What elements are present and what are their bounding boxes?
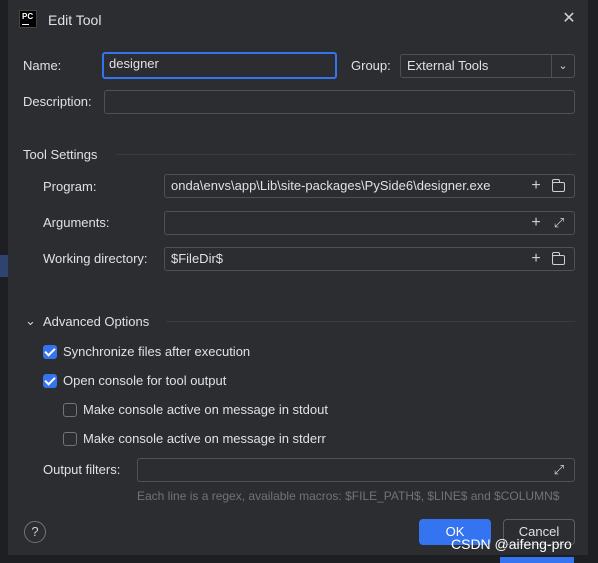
background-window-right xyxy=(588,0,598,563)
program-value: onda\envs\app\Lib\site-packages\PySide6\… xyxy=(171,178,491,193)
output-filters-label: Output filters: xyxy=(43,462,121,477)
advanced-options-title[interactable]: Advanced Options xyxy=(43,314,149,329)
tool-settings-separator xyxy=(116,154,575,155)
name-input[interactable]: designer xyxy=(102,52,337,79)
name-label: Name: xyxy=(23,58,62,73)
program-label: Program: xyxy=(43,179,97,194)
background-selection xyxy=(0,255,8,277)
output-filters-hint: Each line is a regex, available macros: … xyxy=(137,489,560,503)
folder-icon[interactable] xyxy=(551,179,565,192)
expand-icon[interactable]: ⤢ xyxy=(552,463,566,477)
console-stdout-label[interactable]: Make console active on message in stdout xyxy=(83,402,328,417)
collapse-chevron-icon[interactable]: ⌄ xyxy=(25,313,36,329)
plus-icon[interactable]: + xyxy=(528,251,544,267)
sync-files-label[interactable]: Synchronize files after execution xyxy=(63,344,250,359)
working-directory-label: Working directory: xyxy=(43,251,148,266)
arguments-label: Arguments: xyxy=(43,215,110,230)
background-window-left xyxy=(0,0,8,563)
group-label: Group: xyxy=(351,58,391,73)
expand-icon[interactable]: ⤢ xyxy=(552,216,566,230)
pycharm-logo-icon: PC xyxy=(19,10,37,28)
working-directory-input[interactable]: $FileDir$ xyxy=(164,247,575,271)
chevron-down-icon[interactable]: ⌄ xyxy=(551,55,574,77)
sync-files-checkbox[interactable] xyxy=(43,345,57,359)
program-input[interactable]: onda\envs\app\Lib\site-packages\PySide6\… xyxy=(164,174,575,198)
open-console-label[interactable]: Open console for tool output xyxy=(63,373,226,388)
console-stdout-checkbox[interactable] xyxy=(63,403,77,417)
dialog-title: Edit Tool xyxy=(48,12,102,28)
logo-text: PC xyxy=(22,12,34,21)
description-label: Description: xyxy=(23,94,92,109)
open-console-checkbox[interactable] xyxy=(43,374,57,388)
working-directory-value: $FileDir$ xyxy=(171,251,224,266)
plus-icon[interactable]: + xyxy=(528,178,544,194)
output-filters-input[interactable] xyxy=(137,458,575,482)
console-stderr-checkbox[interactable] xyxy=(63,432,77,446)
tool-settings-title: Tool Settings xyxy=(23,147,98,162)
advanced-options-separator xyxy=(166,321,575,322)
folder-icon[interactable] xyxy=(551,252,565,265)
group-select[interactable]: External Tools ⌄ xyxy=(400,54,575,78)
plus-icon[interactable]: + xyxy=(528,215,544,231)
csdn-watermark: CSDN @aifeng-pro xyxy=(451,536,572,552)
arguments-input[interactable] xyxy=(164,211,575,235)
background-button xyxy=(500,557,574,563)
group-select-value: External Tools xyxy=(407,58,489,73)
logo-bar xyxy=(22,24,29,25)
console-stderr-label[interactable]: Make console active on message in stderr xyxy=(83,431,326,446)
help-button[interactable]: ? xyxy=(24,521,46,543)
description-input[interactable] xyxy=(104,90,575,114)
close-icon[interactable]: ✕ xyxy=(560,10,578,28)
